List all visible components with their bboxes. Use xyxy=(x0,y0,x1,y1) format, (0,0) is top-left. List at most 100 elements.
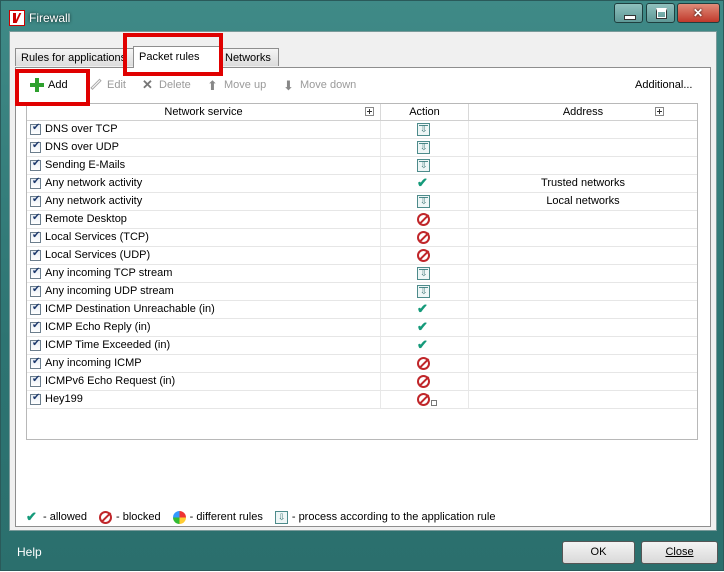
expand-column-icon[interactable] xyxy=(655,107,664,116)
additional-button[interactable]: Additional... xyxy=(635,76,692,94)
service-name: Local Services (TCP) xyxy=(45,231,149,243)
action-cell[interactable] xyxy=(381,229,469,246)
table-row[interactable]: Remote Desktop xyxy=(27,211,697,229)
rule-enabled-checkbox[interactable] xyxy=(30,356,41,369)
rule-enabled-checkbox[interactable] xyxy=(30,284,41,297)
address-cell xyxy=(469,157,697,174)
legend-blocked: - blocked xyxy=(116,511,161,523)
action-cell[interactable] xyxy=(381,301,469,318)
table-row[interactable]: Any incoming TCP stream xyxy=(27,265,697,283)
header-action[interactable]: Action xyxy=(381,104,469,120)
table-row[interactable]: DNS over UDP xyxy=(27,139,697,157)
table-row[interactable]: Hey199 xyxy=(27,391,697,409)
allowed-check-icon xyxy=(417,301,430,317)
table-row[interactable]: ICMPv6 Echo Request (in) xyxy=(27,373,697,391)
address-cell xyxy=(469,301,697,318)
action-cell[interactable] xyxy=(381,175,469,192)
toolbar: Add Edit Delete Move up Move down xyxy=(16,68,710,102)
dialog-footer: Help OK Close xyxy=(1,531,723,572)
service-cell: ICMP Time Exceeded (in) xyxy=(27,337,381,354)
rule-enabled-checkbox[interactable] xyxy=(30,338,41,351)
service-cell: Sending E-Mails xyxy=(27,157,381,174)
action-cell[interactable] xyxy=(381,121,469,138)
tab-packet-rules[interactable]: Packet rules xyxy=(133,46,221,68)
table-row[interactable]: Any incoming ICMP xyxy=(27,355,697,373)
tab-networks[interactable]: Networks xyxy=(219,48,279,66)
table-row[interactable]: Any incoming UDP stream xyxy=(27,283,697,301)
edit-button[interactable]: Edit xyxy=(89,76,126,94)
address-cell xyxy=(469,355,697,372)
service-name: ICMPv6 Echo Request (in) xyxy=(45,375,176,387)
close-window-button[interactable] xyxy=(677,3,720,23)
rule-enabled-checkbox[interactable] xyxy=(30,266,41,279)
rule-enabled-checkbox[interactable] xyxy=(30,320,41,333)
title-bar[interactable]: Firewall xyxy=(1,1,723,31)
move-up-button[interactable]: Move up xyxy=(206,76,266,95)
action-cell[interactable] xyxy=(381,157,469,174)
rule-enabled-checkbox[interactable] xyxy=(30,248,41,261)
table-row[interactable]: Any network activity Trusted networks xyxy=(27,175,697,193)
service-cell: Any network activity xyxy=(27,193,381,210)
rule-enabled-checkbox[interactable] xyxy=(30,194,41,207)
service-cell: ICMPv6 Echo Request (in) xyxy=(27,373,381,390)
delete-button[interactable]: Delete xyxy=(141,76,191,94)
table-row[interactable]: Local Services (TCP) xyxy=(27,229,697,247)
add-button[interactable]: Add xyxy=(30,76,68,94)
table-row[interactable]: ICMP Destination Unreachable (in) xyxy=(27,301,697,319)
action-cell[interactable] xyxy=(381,373,469,390)
arrow-down-icon xyxy=(282,77,296,95)
kaspersky-logo-icon xyxy=(9,10,25,26)
expand-column-icon[interactable] xyxy=(365,107,374,116)
address-cell xyxy=(469,229,697,246)
action-cell[interactable] xyxy=(381,319,469,336)
rule-enabled-checkbox[interactable] xyxy=(30,140,41,153)
action-cell[interactable] xyxy=(381,139,469,156)
blocked-icon xyxy=(417,393,437,406)
help-link[interactable]: Help xyxy=(17,545,42,559)
address-cell xyxy=(469,211,697,228)
rule-enabled-checkbox[interactable] xyxy=(30,230,41,243)
blocked-icon xyxy=(417,213,430,226)
header-network-service[interactable]: Network service xyxy=(27,104,381,120)
action-cell[interactable] xyxy=(381,337,469,354)
close-button[interactable]: Close xyxy=(641,541,718,564)
ok-button[interactable]: OK xyxy=(562,541,635,564)
table-row[interactable]: DNS over TCP xyxy=(27,121,697,139)
rule-enabled-checkbox[interactable] xyxy=(30,176,41,189)
arrow-up-icon xyxy=(206,77,220,95)
rule-enabled-checkbox[interactable] xyxy=(30,392,41,405)
blocked-icon xyxy=(417,231,430,244)
rule-enabled-checkbox[interactable] xyxy=(30,158,41,171)
move-down-button[interactable]: Move down xyxy=(282,76,356,95)
table-row[interactable]: Local Services (UDP) xyxy=(27,247,697,265)
rule-enabled-checkbox[interactable] xyxy=(30,212,41,225)
service-name: DNS over TCP xyxy=(45,123,118,135)
blocked-icon xyxy=(417,249,430,262)
address-cell: Trusted networks xyxy=(541,177,625,189)
action-cell[interactable] xyxy=(381,355,469,372)
action-cell[interactable] xyxy=(381,283,469,300)
table-row[interactable]: ICMP Time Exceeded (in) xyxy=(27,337,697,355)
application-rule-icon xyxy=(417,195,430,208)
action-cell[interactable] xyxy=(381,247,469,264)
service-name: Remote Desktop xyxy=(45,213,127,225)
action-cell[interactable] xyxy=(381,265,469,282)
table-row[interactable]: ICMP Echo Reply (in) xyxy=(27,319,697,337)
window-title: Firewall xyxy=(29,11,71,25)
minimize-button[interactable] xyxy=(614,3,643,23)
rule-enabled-checkbox[interactable] xyxy=(30,302,41,315)
legend-allowed: - allowed xyxy=(43,511,88,523)
blocked-icon xyxy=(99,510,113,524)
rule-enabled-checkbox[interactable] xyxy=(30,374,41,387)
edit-label: Edit xyxy=(107,79,126,91)
address-cell xyxy=(469,391,697,408)
maximize-button[interactable] xyxy=(646,3,675,23)
action-cell[interactable] xyxy=(381,193,469,210)
table-row[interactable]: Sending E-Mails xyxy=(27,157,697,175)
action-cell[interactable] xyxy=(381,391,469,408)
table-row[interactable]: Any network activity Local networks xyxy=(27,193,697,211)
tab-rules-for-applications[interactable]: Rules for applications xyxy=(15,48,137,66)
action-cell[interactable] xyxy=(381,211,469,228)
application-rule-icon xyxy=(274,510,288,524)
rule-enabled-checkbox[interactable] xyxy=(30,122,41,135)
